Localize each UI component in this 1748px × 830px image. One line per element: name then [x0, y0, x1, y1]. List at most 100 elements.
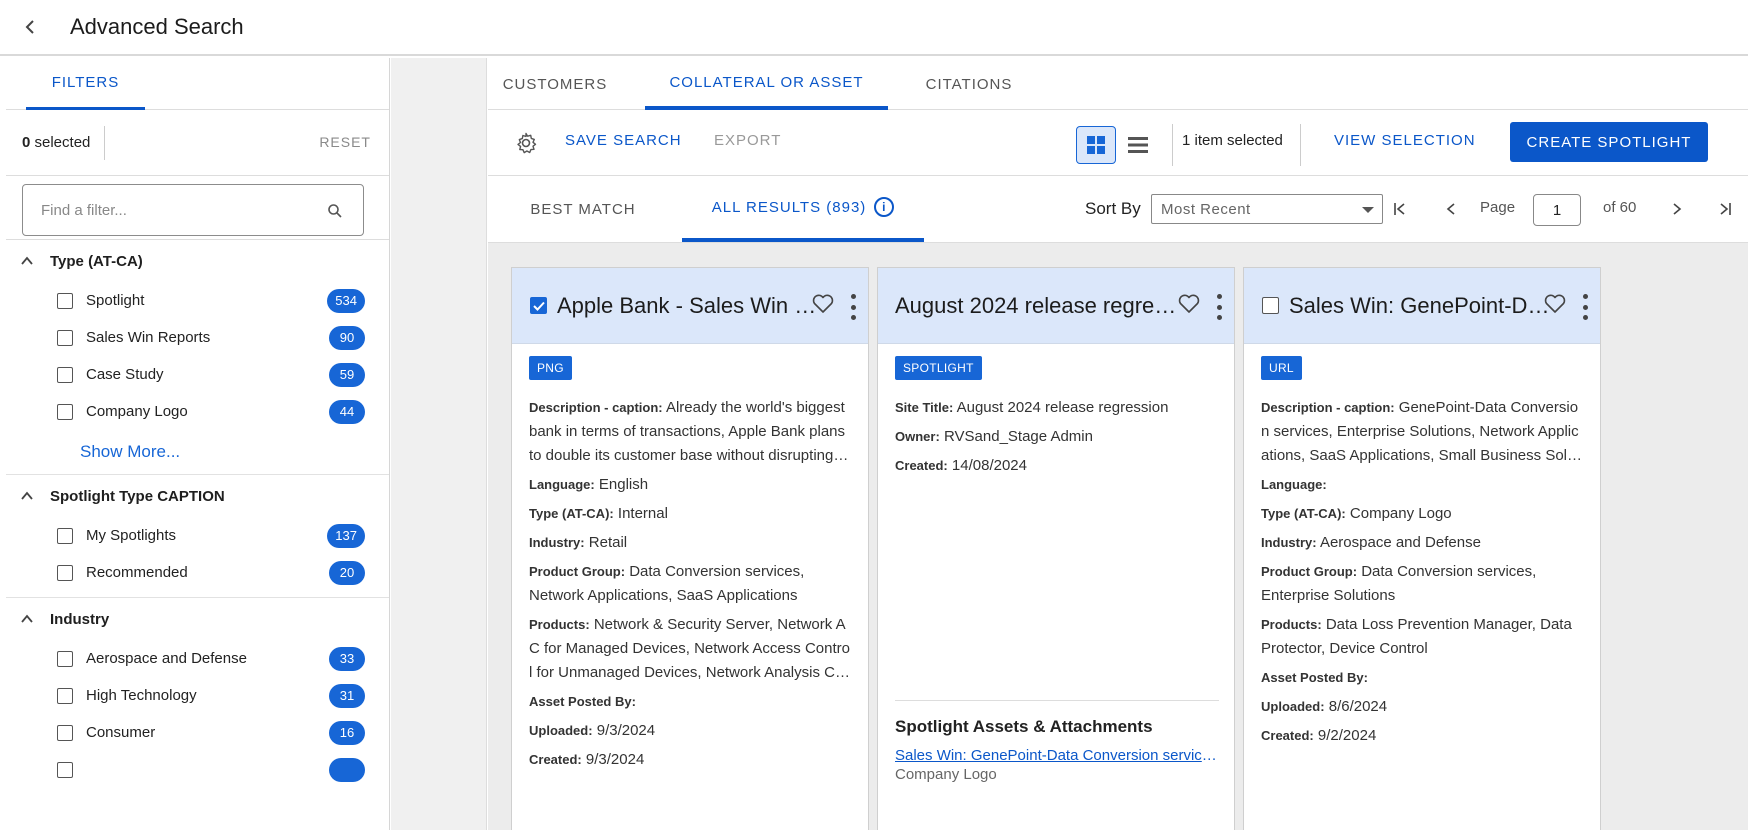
- selection-bar: 0 selected RESET: [6, 110, 389, 176]
- checkbox[interactable]: [57, 403, 73, 420]
- option-label: Aerospace and Defense: [86, 650, 247, 667]
- checkbox[interactable]: [57, 687, 73, 704]
- section-header[interactable]: Spotlight Type CAPTION: [6, 475, 389, 517]
- card-checkbox[interactable]: [1262, 297, 1279, 314]
- created-field: Created: 14/08/2024: [895, 454, 1217, 478]
- heart-icon[interactable]: [1178, 294, 1200, 316]
- asset-link[interactable]: Sales Win: GenePoint-Data Conversion ser…: [895, 747, 1219, 764]
- checkbox[interactable]: [57, 329, 73, 346]
- more-options-icon[interactable]: [1580, 294, 1590, 320]
- first-page-icon[interactable]: [1391, 200, 1409, 218]
- save-search-button[interactable]: SAVE SEARCH: [565, 132, 682, 149]
- next-page-icon[interactable]: [1668, 200, 1686, 218]
- option-label: Case Study: [86, 366, 164, 383]
- field-key: Product Group:: [529, 564, 626, 579]
- filter-search-input[interactable]: [41, 201, 331, 219]
- tab-filters[interactable]: FILTERS: [26, 58, 145, 110]
- result-card[interactable]: Sales Win: GenePoint-Dat... URL Descript…: [1243, 267, 1601, 830]
- option-label: Sales Win Reports: [86, 329, 211, 346]
- reset-button[interactable]: RESET: [319, 134, 371, 150]
- last-page-icon[interactable]: [1716, 200, 1734, 218]
- page-total: of 60: [1603, 199, 1637, 216]
- checkbox[interactable]: [57, 564, 73, 581]
- filter-option[interactable]: Spotlight 534: [6, 282, 389, 319]
- section-title: Type (AT-CA): [50, 252, 143, 270]
- card-body: PNG Description - caption: Already the w…: [512, 344, 868, 789]
- view-selection-button[interactable]: VIEW SELECTION: [1334, 132, 1476, 149]
- card-title[interactable]: August 2024 release regress...: [895, 293, 1187, 319]
- filter-option[interactable]: Aerospace and Defense 33: [6, 640, 389, 677]
- section-header[interactable]: Type (AT-CA): [6, 240, 389, 282]
- search-icon[interactable]: [327, 203, 343, 219]
- filter-option[interactable]: My Spotlights 137: [6, 517, 389, 554]
- page-title: Advanced Search: [70, 14, 244, 39]
- back-icon[interactable]: [20, 17, 40, 37]
- advanced-search-app: Advanced Search FILTERS 0 selected RESET…: [0, 0, 1748, 830]
- export-button[interactable]: EXPORT: [714, 132, 781, 149]
- filter-search-box: [22, 184, 364, 236]
- filter-option-partial[interactable]: [6, 751, 389, 788]
- card-checkbox-checked[interactable]: [530, 297, 547, 314]
- section-title: Industry: [50, 610, 110, 628]
- checkbox[interactable]: [57, 650, 73, 667]
- more-options-icon[interactable]: [848, 294, 858, 320]
- spotlight-assets: Spotlight Assets & Attachments Sales Win…: [895, 700, 1219, 783]
- tab-all-results[interactable]: ALL RESULTS (893) i: [682, 176, 924, 242]
- show-more-link[interactable]: Show More...: [80, 430, 389, 474]
- field-key: Uploaded:: [529, 723, 593, 738]
- card-title[interactable]: Sales Win: GenePoint-Dat...: [1289, 293, 1551, 319]
- checkbox[interactable]: [57, 292, 73, 309]
- field-key: Uploaded:: [1261, 699, 1325, 714]
- heart-icon[interactable]: [1544, 294, 1566, 316]
- checkbox[interactable]: [57, 366, 73, 383]
- create-spotlight-button[interactable]: CREATE SPOTLIGHT: [1510, 122, 1708, 162]
- filter-option[interactable]: Consumer 16: [6, 714, 389, 751]
- divider: [1300, 124, 1301, 166]
- tab-collateral-or-asset[interactable]: COLLATERAL OR ASSET: [645, 58, 888, 110]
- tab-best-match[interactable]: BEST MATCH: [508, 176, 658, 242]
- list-view-icon[interactable]: [1118, 126, 1158, 164]
- field-key: Industry:: [529, 535, 585, 550]
- field-key: Site Title:: [895, 400, 954, 415]
- section-header[interactable]: Industry: [6, 598, 389, 640]
- results-grid: Apple Bank - Sales Win d... PNG Descript…: [488, 242, 1748, 830]
- heart-icon[interactable]: [812, 294, 834, 316]
- field-key: Created:: [529, 752, 582, 767]
- gear-icon[interactable]: [514, 131, 538, 155]
- filter-option[interactable]: Sales Win Reports 90: [6, 319, 389, 356]
- sidebar-tabs: FILTERS: [6, 58, 389, 110]
- filter-option[interactable]: Company Logo 44: [6, 393, 389, 430]
- info-icon[interactable]: i: [874, 197, 895, 217]
- assets-title: Spotlight Assets & Attachments: [895, 717, 1153, 736]
- description-field: Description - caption: Already the world…: [529, 396, 851, 468]
- filter-option[interactable]: High Technology 31: [6, 677, 389, 714]
- checkbox[interactable]: [57, 724, 73, 741]
- field-value: 9/3/2024: [592, 722, 656, 739]
- more-options-icon[interactable]: [1214, 294, 1224, 320]
- card-header: August 2024 release regress...: [878, 268, 1234, 344]
- field-key: Description - caption:: [529, 400, 663, 415]
- uploaded-field: Uploaded: 8/6/2024: [1261, 695, 1583, 719]
- industry-field: Industry: Aerospace and Defense: [1261, 531, 1583, 555]
- divider: [104, 126, 105, 160]
- tab-citations[interactable]: CITATIONS: [906, 58, 1032, 110]
- language-field: Language: English: [529, 473, 851, 497]
- card-body: SPOTLIGHT Site Title: August 2024 releas…: [878, 344, 1234, 495]
- checkbox[interactable]: [57, 761, 73, 778]
- page-number-input[interactable]: [1533, 194, 1581, 226]
- posted-by-field: Asset Posted By:: [1261, 666, 1583, 690]
- field-key: Product Group:: [1261, 564, 1358, 579]
- checkbox[interactable]: [57, 527, 73, 544]
- prev-page-icon[interactable]: [1442, 200, 1460, 218]
- option-label: My Spotlights: [86, 527, 177, 544]
- result-card[interactable]: Apple Bank - Sales Win d... PNG Descript…: [511, 267, 869, 830]
- filter-option[interactable]: Recommended 20: [6, 554, 389, 591]
- result-card[interactable]: August 2024 release regress... SPOTLIGHT…: [877, 267, 1235, 830]
- tab-customers[interactable]: CUSTOMERS: [488, 58, 622, 110]
- option-label: Consumer: [86, 724, 156, 741]
- card-title[interactable]: Apple Bank - Sales Win d...: [557, 293, 819, 319]
- posted-by-field: Asset Posted By:: [529, 690, 851, 714]
- sort-select[interactable]: Most Recent: [1151, 194, 1383, 224]
- grid-view-icon[interactable]: [1076, 126, 1116, 164]
- filter-option[interactable]: Case Study 59: [6, 356, 389, 393]
